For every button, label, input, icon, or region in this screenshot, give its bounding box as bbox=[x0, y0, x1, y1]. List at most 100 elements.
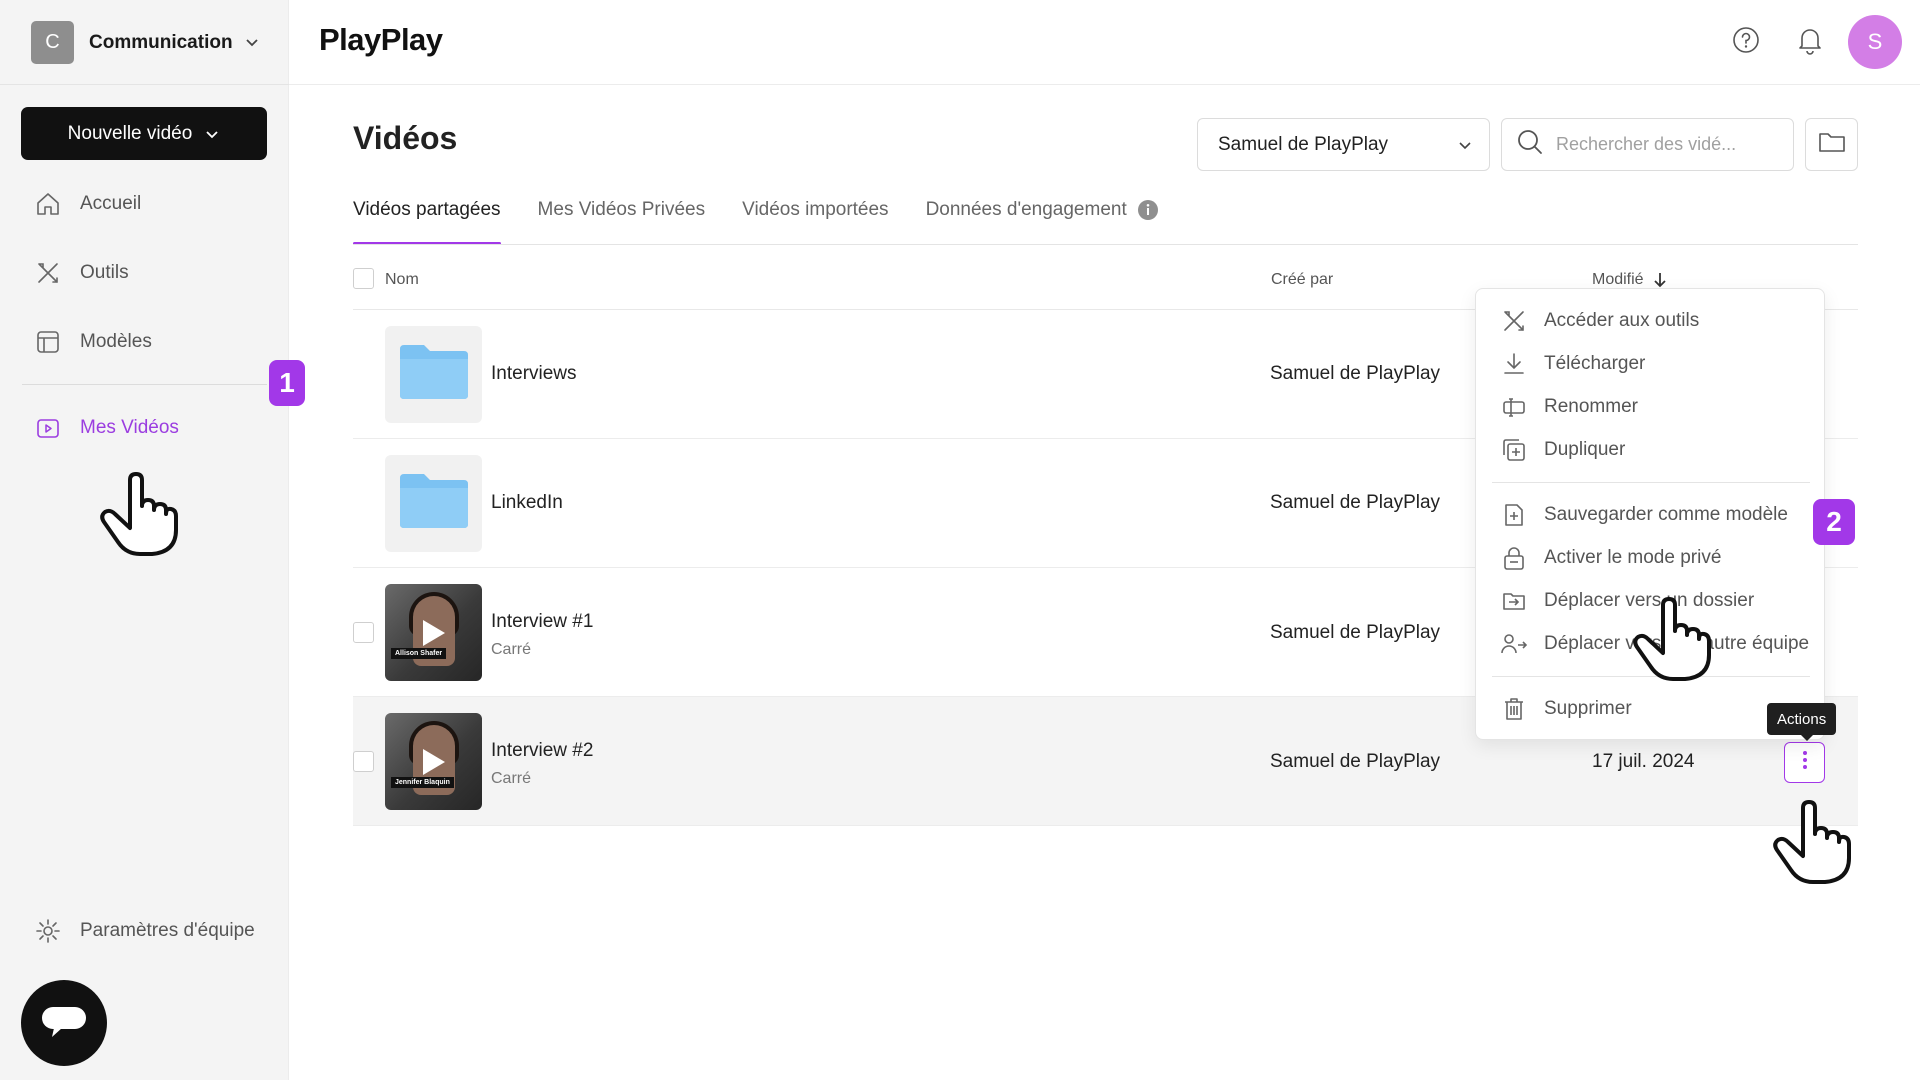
playplay-logo[interactable]: PlayPlay bbox=[319, 22, 443, 58]
page-title: Vidéos bbox=[353, 120, 458, 156]
step-badge-2: 2 bbox=[1813, 499, 1855, 545]
menu-item-dupliquer[interactable]: Dupliquer bbox=[1500, 434, 1810, 466]
team-name: Communication bbox=[89, 31, 233, 53]
info-icon[interactable] bbox=[1137, 199, 1159, 221]
pointer-hand-icon bbox=[1773, 800, 1851, 884]
home-icon bbox=[34, 190, 62, 218]
sidebar-item-label: Paramètres d'équipe bbox=[80, 920, 255, 941]
user-avatar[interactable]: S bbox=[1848, 15, 1902, 69]
column-header-name[interactable]: Nom bbox=[385, 271, 419, 289]
sidebar-item-label: Outils bbox=[80, 262, 129, 283]
row-creator: Samuel de PlayPlay bbox=[1270, 492, 1441, 513]
sidebar-item-label: Modèles bbox=[80, 331, 152, 352]
sort-arrow-down-icon bbox=[1653, 272, 1667, 288]
tab-videos-partagees[interactable]: Vidéos partagées bbox=[353, 197, 501, 245]
menu-item-supprimer[interactable]: Supprimer bbox=[1500, 693, 1810, 725]
column-header-creator[interactable]: Créé par bbox=[1271, 271, 1333, 289]
tabs-divider bbox=[353, 244, 1858, 245]
sidebar-item-parametres[interactable]: Paramètres d'équipe bbox=[34, 915, 255, 947]
thumbnail-name-tag: Allison Shafer bbox=[391, 648, 447, 659]
tools-icon bbox=[1500, 307, 1528, 335]
column-header-modified[interactable]: Modifié bbox=[1592, 271, 1667, 289]
menu-item-mode-prive[interactable]: Activer le mode privé bbox=[1500, 542, 1810, 574]
search-icon bbox=[1516, 128, 1544, 161]
tools-icon bbox=[34, 259, 62, 287]
search-input[interactable] bbox=[1556, 134, 1776, 155]
folder-thumbnail bbox=[385, 326, 482, 423]
row-name[interactable]: Interview #1 bbox=[491, 611, 593, 633]
download-icon bbox=[1500, 350, 1528, 378]
menu-item-label: Télécharger bbox=[1544, 353, 1646, 374]
row-creator: Samuel de PlayPlay bbox=[1270, 751, 1441, 772]
gear-icon bbox=[34, 917, 62, 945]
duplicate-icon bbox=[1500, 436, 1528, 464]
menu-item-telecharger[interactable]: Télécharger bbox=[1500, 348, 1810, 380]
sidebar-item-modeles[interactable]: Modèles bbox=[34, 326, 152, 358]
tab-videos-importees[interactable]: Vidéos importées bbox=[742, 197, 888, 245]
actions-tooltip: Actions bbox=[1767, 703, 1837, 741]
sidebar-item-label: Accueil bbox=[80, 193, 142, 214]
menu-item-label: Dupliquer bbox=[1544, 439, 1626, 460]
sidebar-item-mes-videos[interactable]: Mes Vidéos bbox=[34, 412, 179, 444]
row-name[interactable]: Interview #2 bbox=[491, 740, 593, 762]
sidebar-item-label: Mes Vidéos bbox=[80, 417, 179, 438]
menu-item-label: Accéder aux outils bbox=[1544, 310, 1700, 331]
menu-divider bbox=[1492, 482, 1810, 483]
row-name[interactable]: Interviews bbox=[491, 363, 577, 385]
bell-icon bbox=[1795, 25, 1825, 60]
sidebar-divider bbox=[0, 84, 289, 85]
new-video-label: Nouvelle vidéo bbox=[67, 122, 193, 144]
row-name[interactable]: LinkedIn bbox=[491, 492, 563, 514]
owner-filter-select[interactable]: Samuel de PlayPlay bbox=[1197, 118, 1490, 171]
thumbnail-name-tag: Jennifer Blaquin bbox=[391, 777, 454, 788]
trash-icon bbox=[1500, 695, 1528, 723]
chevron-down-icon bbox=[1457, 137, 1473, 159]
tab-label: Données d'engagement bbox=[925, 199, 1127, 220]
folder-icon bbox=[1818, 130, 1846, 159]
new-video-button[interactable]: Nouvelle vidéo bbox=[21, 107, 267, 160]
help-icon bbox=[1731, 25, 1761, 60]
row-checkbox[interactable] bbox=[353, 751, 374, 772]
play-icon bbox=[423, 620, 445, 646]
row-format: Carré bbox=[491, 770, 532, 787]
help-button[interactable] bbox=[1726, 22, 1766, 62]
row-creator: Samuel de PlayPlay bbox=[1270, 622, 1441, 643]
row-actions-button[interactable] bbox=[1784, 742, 1825, 783]
pointer-hand-icon bbox=[1633, 597, 1711, 681]
move-team-icon bbox=[1500, 630, 1528, 658]
search-box[interactable] bbox=[1501, 118, 1794, 171]
notifications-button[interactable] bbox=[1790, 22, 1830, 62]
header-divider bbox=[289, 84, 1920, 85]
row-checkbox[interactable] bbox=[353, 622, 374, 643]
menu-item-label: Supprimer bbox=[1544, 698, 1632, 719]
menu-item-renommer[interactable]: Renommer bbox=[1500, 391, 1810, 423]
step-badge-1: 1 bbox=[269, 360, 305, 406]
chat-icon bbox=[40, 1001, 88, 1046]
play-icon bbox=[423, 749, 445, 775]
video-thumbnail[interactable]: Allison Shafer bbox=[385, 584, 482, 681]
video-tabs: Vidéos partagées Mes Vidéos Privées Vidé… bbox=[353, 197, 1196, 245]
row-modified-date: 17 juil. 2024 bbox=[1592, 751, 1695, 772]
sidebar-item-accueil[interactable]: Accueil bbox=[34, 188, 141, 220]
tab-donnees-engagement[interactable]: Données d'engagement bbox=[926, 197, 1159, 245]
my-videos-icon bbox=[34, 414, 62, 442]
chat-support-button[interactable] bbox=[21, 980, 107, 1066]
row-format: Carré bbox=[491, 641, 532, 658]
select-all-checkbox[interactable] bbox=[353, 268, 374, 289]
lock-icon bbox=[1500, 544, 1528, 572]
video-thumbnail[interactable]: Jennifer Blaquin bbox=[385, 713, 482, 810]
folder-thumbnail bbox=[385, 455, 482, 552]
sidebar-item-outils[interactable]: Outils bbox=[34, 257, 129, 289]
menu-item-label: Renommer bbox=[1544, 396, 1638, 417]
tab-mes-videos-privees[interactable]: Mes Vidéos Privées bbox=[538, 197, 706, 245]
save-template-icon bbox=[1500, 501, 1528, 529]
team-switcher[interactable]: C Communication bbox=[31, 21, 261, 64]
new-folder-button[interactable] bbox=[1805, 118, 1858, 171]
owner-filter-value: Samuel de PlayPlay bbox=[1218, 133, 1389, 155]
menu-item-label: Sauvegarder comme modèle bbox=[1544, 504, 1788, 525]
menu-item-acceder-aux-outils[interactable]: Accéder aux outils bbox=[1500, 305, 1810, 337]
chevron-down-icon bbox=[243, 33, 261, 56]
menu-item-sauvegarder-modele[interactable]: Sauvegarder comme modèle bbox=[1500, 499, 1810, 531]
pointer-hand-icon bbox=[100, 472, 178, 556]
team-avatar: C bbox=[31, 21, 74, 64]
